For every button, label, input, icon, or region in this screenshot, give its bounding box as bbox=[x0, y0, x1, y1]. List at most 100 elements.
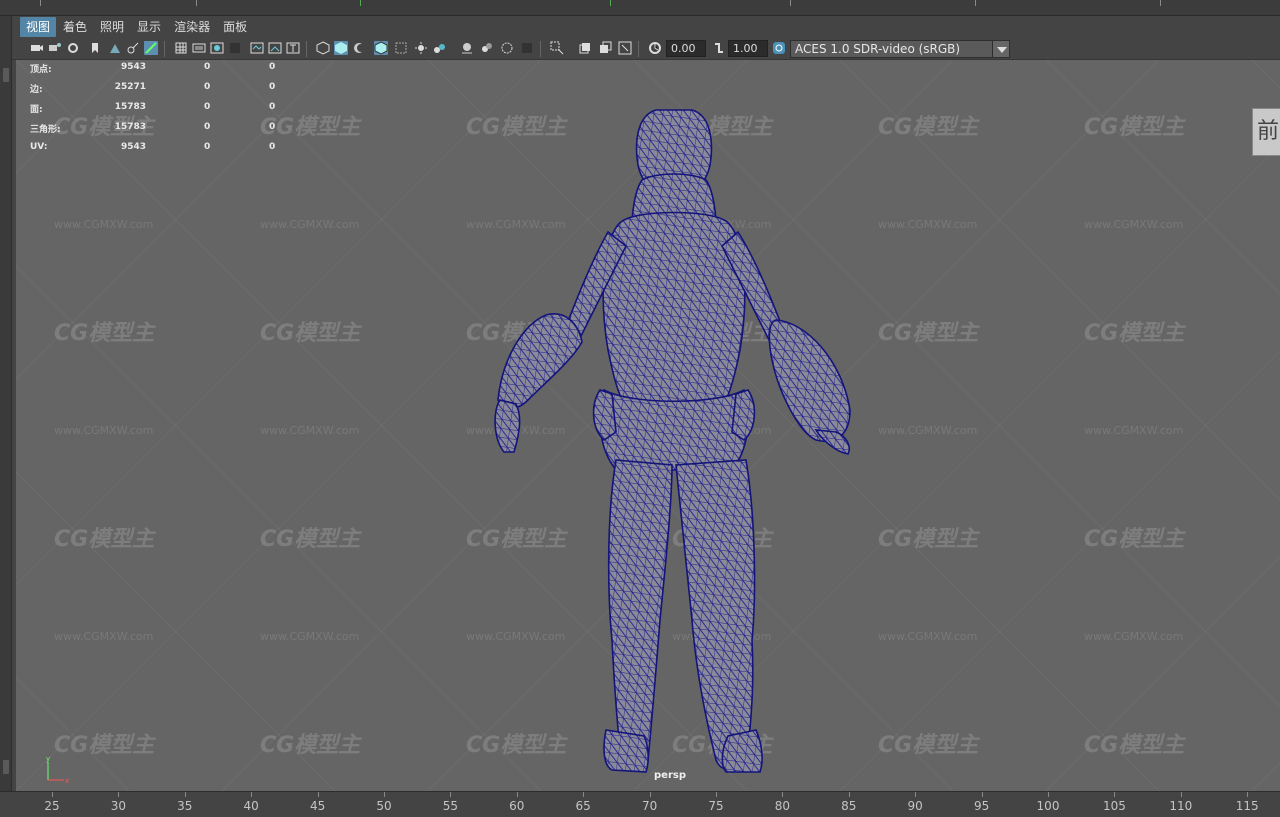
timeline-tick-mark bbox=[1048, 792, 1049, 797]
use-lights-icon[interactable] bbox=[394, 41, 408, 55]
timeline-tick-mark bbox=[1114, 792, 1116, 797]
grease-pencil-icon[interactable] bbox=[126, 41, 140, 55]
film-gate-icon[interactable] bbox=[144, 41, 158, 55]
timeline-tick-label: 60 bbox=[509, 799, 525, 813]
menu-item-2[interactable]: 照明 bbox=[94, 17, 130, 37]
xray-joints-icon[interactable] bbox=[578, 41, 592, 55]
text-label-icon[interactable] bbox=[286, 41, 300, 55]
axis-x-label: x bbox=[65, 777, 69, 785]
viewport-panel: 视图 着色 照明 显示 渲染器 面板 0.00 1.00 ACES 1.0 SD… bbox=[12, 16, 1280, 791]
hud-row: 边: 25271 0 0 bbox=[16, 82, 296, 95]
time-slider[interactable]: 25 30 35 40 45 50 55 60 65 70 75 80 85 90 95 100 105 110 1… bbox=[0, 791, 1280, 817]
bookmark-icon[interactable] bbox=[88, 41, 102, 55]
camera-lock-icon[interactable] bbox=[66, 41, 80, 55]
hud-label: 三角形: bbox=[30, 125, 61, 135]
timeline-tick-mark bbox=[915, 792, 917, 797]
top-shelf-strip bbox=[0, 0, 1280, 16]
timeline-tick-mark bbox=[649, 792, 651, 797]
timeline-tick-label: 50 bbox=[376, 799, 392, 813]
hud-v2: 0 bbox=[204, 122, 211, 132]
hud-v2: 0 bbox=[204, 82, 211, 92]
exposure-field[interactable]: 0.00 bbox=[666, 40, 706, 57]
chevron-down-icon[interactable] bbox=[992, 40, 1010, 58]
axis-gizmo: y x bbox=[46, 756, 69, 785]
wireframe-icon[interactable] bbox=[316, 41, 330, 55]
toolbox-handle[interactable] bbox=[3, 68, 9, 82]
hud-row: 顶点: 9543 0 0 bbox=[16, 62, 296, 75]
gamma-field[interactable]: 1.00 bbox=[728, 40, 768, 57]
hud-label: UV: bbox=[30, 142, 48, 152]
timeline-tick-label: 85 bbox=[841, 799, 857, 813]
image-plane-icon[interactable] bbox=[108, 41, 122, 55]
gate-mask-icon[interactable] bbox=[210, 41, 224, 55]
hud-row: 面: 15783 0 0 bbox=[16, 102, 296, 115]
perspective-viewport[interactable]: CG模型主 www.CGMXW.com CG模型主 www.CGMXW.com CG模型… bbox=[16, 60, 1280, 791]
timeline-tick-label: 40 bbox=[243, 799, 259, 813]
hud-v1: 9543 bbox=[120, 62, 146, 72]
timeline-tick-mark bbox=[251, 792, 253, 797]
safe-action-icon[interactable] bbox=[250, 41, 264, 55]
color-management-select[interactable]: ACES 1.0 SDR-video (sRGB) bbox=[790, 40, 1008, 58]
screen-space-ao-icon[interactable] bbox=[432, 41, 446, 55]
timeline-tick-mark bbox=[848, 792, 850, 797]
camera-attributes-icon[interactable] bbox=[48, 41, 62, 55]
frame-selection-icon[interactable] bbox=[618, 41, 632, 55]
hud-v2: 0 bbox=[204, 142, 211, 152]
timeline-tick-label: 105 bbox=[1102, 799, 1126, 813]
left-toolbox-strip bbox=[0, 16, 12, 791]
timeline-tick-label: 45 bbox=[309, 799, 326, 813]
view-cube[interactable]: 前 bbox=[1252, 108, 1280, 156]
camera-select-icon[interactable] bbox=[30, 41, 44, 55]
panel-menubar: 视图 着色 照明 显示 渲染器 面板 bbox=[12, 16, 1280, 38]
smooth-shade-icon[interactable] bbox=[334, 41, 348, 55]
hud-label: 顶点: bbox=[30, 65, 52, 75]
hud-v3: 0 bbox=[269, 102, 276, 112]
hud-v1: 15783 bbox=[114, 102, 146, 112]
xray-components-icon[interactable] bbox=[598, 41, 612, 55]
exposure-icon[interactable] bbox=[648, 41, 662, 55]
timeline-tick-mark bbox=[118, 792, 120, 797]
gamma-icon[interactable] bbox=[712, 41, 726, 55]
hud-v3: 0 bbox=[269, 82, 276, 92]
isolate-select-icon[interactable] bbox=[520, 41, 534, 55]
color-management-icon[interactable] bbox=[772, 41, 786, 55]
axis-y-label: y bbox=[46, 756, 50, 763]
hud-v1: 25271 bbox=[114, 82, 146, 92]
toolbox-handle-bottom[interactable] bbox=[3, 760, 9, 774]
hud-row: 三角形: 15783 0 0 bbox=[16, 122, 296, 135]
textured-icon[interactable] bbox=[374, 41, 388, 55]
hud-v1: 15783 bbox=[114, 122, 146, 132]
menu-item-3[interactable]: 显示 bbox=[131, 17, 167, 37]
multisample-aa-icon[interactable] bbox=[480, 41, 494, 55]
xray-icon[interactable] bbox=[550, 41, 564, 55]
timeline-tick-label: 100 bbox=[1036, 799, 1060, 813]
hud-v2: 0 bbox=[204, 62, 211, 72]
depth-of-field-icon[interactable] bbox=[500, 41, 514, 55]
timeline-tick-label: 25 bbox=[44, 799, 60, 813]
menu-item-0[interactable]: 视图 bbox=[20, 17, 57, 37]
timeline-tick-mark bbox=[782, 792, 784, 797]
grid-icon[interactable] bbox=[174, 41, 188, 55]
timeline-tick-mark bbox=[516, 792, 518, 797]
character-wireframe-model[interactable] bbox=[16, 60, 1280, 791]
shadows-icon[interactable] bbox=[414, 41, 428, 55]
field-chart-icon[interactable] bbox=[228, 41, 242, 55]
menu-item-4[interactable]: 渲染器 bbox=[168, 17, 216, 37]
menu-item-1[interactable]: 着色 bbox=[57, 17, 93, 37]
timeline-tick-label: 35 bbox=[177, 799, 193, 813]
panel-toolbar: 0.00 1.00 ACES 1.0 SDR-video (sRGB) bbox=[12, 38, 1280, 60]
timeline-tick-mark bbox=[317, 792, 319, 797]
timeline-tick-label: 55 bbox=[442, 799, 459, 813]
resolution-gate-icon[interactable] bbox=[192, 41, 206, 55]
timeline-tick-label: 80 bbox=[774, 799, 791, 813]
menu-item-5[interactable]: 面板 bbox=[217, 17, 253, 37]
timeline-tick-mark bbox=[583, 792, 585, 797]
hud-v1: 9543 bbox=[120, 142, 146, 152]
hud-v3: 0 bbox=[269, 62, 276, 72]
timeline-tick-mark bbox=[981, 792, 983, 797]
timeline-tick-label: 70 bbox=[641, 799, 658, 813]
motion-blur-icon[interactable] bbox=[460, 41, 474, 55]
safe-title-icon[interactable] bbox=[268, 41, 282, 55]
wireframe-on-shaded-icon[interactable] bbox=[352, 41, 366, 55]
timeline-tick-label: 65 bbox=[575, 799, 591, 813]
